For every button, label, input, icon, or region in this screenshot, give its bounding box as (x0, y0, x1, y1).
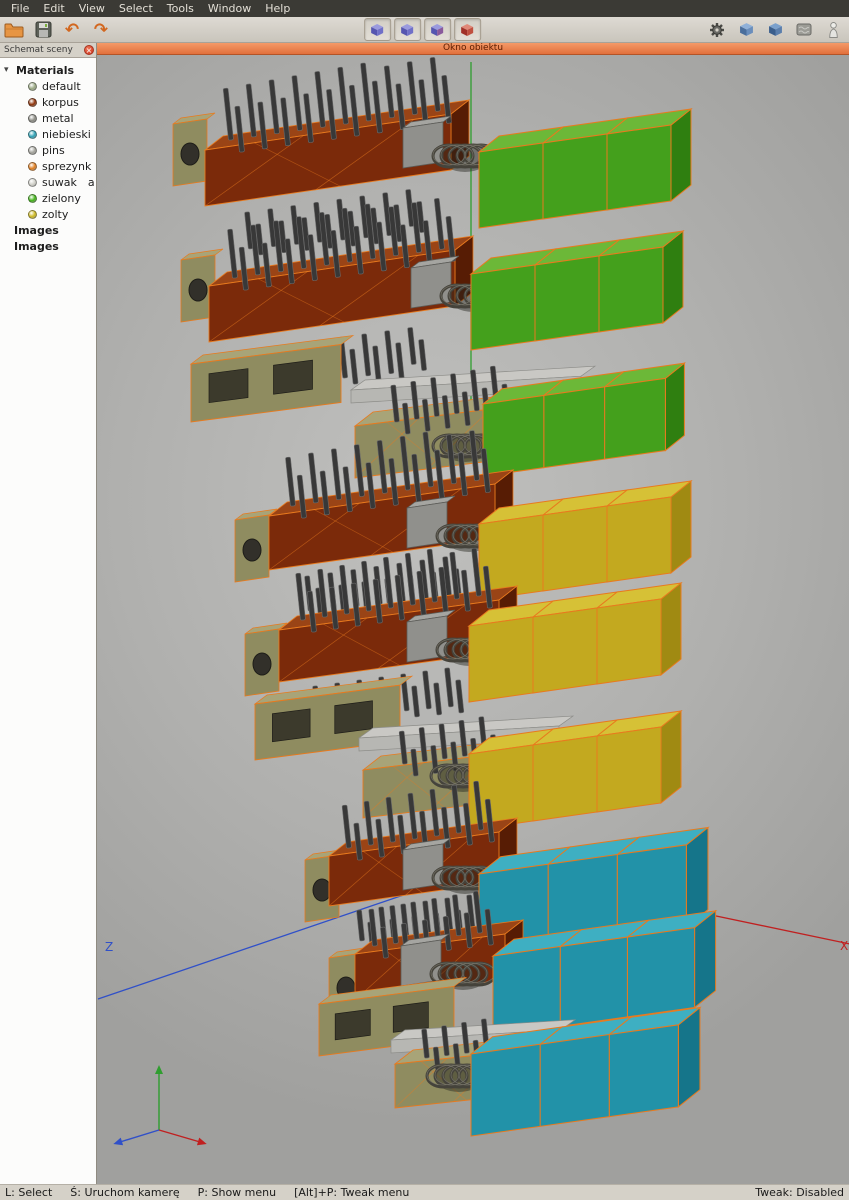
material-label-suffix: a (87, 175, 95, 189)
water-plane-icon[interactable] (793, 20, 815, 40)
menu-item-file[interactable]: File (4, 0, 36, 17)
mesh-box-icon-red[interactable] (453, 18, 481, 41)
statusbar-tweak: Tweak: Disabled (755, 1186, 844, 1199)
scene-tree-tab-label: Schemat sceny (4, 45, 73, 55)
collision-box-icon[interactable] (764, 20, 786, 40)
status-hint: P: Show menu (197, 1186, 277, 1199)
statusbar: L: Select Ś: Uruchom kamerę P: Show menu [A… (0, 1184, 849, 1200)
main-area: Schemat sceny × ▾ Materials default korpu… (0, 43, 849, 1184)
menu-item-tools[interactable]: Tools (160, 0, 201, 17)
material-color-icon (28, 177, 37, 187)
menubar: File Edit View Select Tools Window Help (0, 0, 849, 17)
toolbar: ↶ ↷ (0, 17, 849, 43)
material-color-icon (28, 161, 37, 171)
tree-item-zielony[interactable]: zielony (0, 190, 96, 206)
material-label: sprezynk (42, 159, 92, 173)
menu-item-view[interactable]: View (72, 0, 112, 17)
mesh-box-icon-2[interactable] (393, 18, 421, 41)
application-window: File Edit View Select Tools Window Help ↶ ↷ (0, 0, 849, 1200)
material-color-icon (28, 193, 37, 203)
materials-label: Materials (16, 63, 75, 77)
mesh-box-icon-3[interactable] (423, 18, 451, 41)
material-label: pins (42, 143, 65, 157)
tree-item-images-2[interactable]: Images (0, 238, 96, 254)
tree-item-niebieski[interactable]: niebieski (0, 126, 96, 142)
tree-item-pins[interactable]: pins (0, 142, 96, 158)
status-hint: L: Select (5, 1186, 53, 1199)
menu-item-select[interactable]: Select (112, 0, 160, 17)
viewport-canvas[interactable]: ZX (97, 54, 849, 1186)
scene-tree-tab[interactable]: Schemat sceny × (0, 43, 96, 58)
status-hint: [Alt]+P: Tweak menu (294, 1186, 410, 1199)
toolbar-left-group: ↶ ↷ (3, 20, 112, 40)
tree-item-suwak[interactable]: suwak a (0, 174, 96, 190)
open-folder-icon[interactable] (3, 20, 25, 40)
tree-item-metal[interactable]: metal (0, 110, 96, 126)
material-label: zielony (42, 191, 81, 205)
save-icon[interactable] (32, 20, 54, 40)
material-color-icon (28, 81, 37, 91)
menu-item-edit[interactable]: Edit (36, 0, 71, 17)
menu-item-help[interactable]: Help (258, 0, 297, 17)
close-icon[interactable]: × (84, 45, 94, 55)
redo-icon[interactable]: ↷ (90, 20, 112, 40)
material-color-icon (28, 145, 37, 155)
scene-tree-panel: Schemat sceny × ▾ Materials default korpu… (0, 43, 97, 1184)
settings-gear-icon[interactable] (706, 20, 728, 40)
mesh-box-icon-1[interactable] (363, 18, 391, 41)
tree-item-materials[interactable]: ▾ Materials (0, 62, 96, 78)
statusbar-hints: L: Select Ś: Uruchom kamerę P: Show menu [A… (5, 1186, 427, 1199)
material-color-icon (28, 113, 37, 123)
tree-item-sprezynk[interactable]: sprezynk (0, 158, 96, 174)
material-label: default (42, 79, 81, 93)
images-label-2: Images (14, 239, 59, 253)
materials-list: default korpus metal niebieski pins sprezynk s… (0, 78, 96, 222)
status-hint: Ś: Uruchom kamerę (70, 1186, 180, 1199)
material-label: niebieski (42, 127, 91, 141)
svg-text:X: X (840, 939, 848, 953)
material-color-icon (28, 209, 37, 219)
material-label: metal (42, 111, 74, 125)
viewport-3d[interactable]: Okno obiektu ZX (97, 43, 849, 1184)
material-label: korpus (42, 95, 79, 109)
expander-icon[interactable]: ▾ (4, 65, 13, 75)
images-label-1: Images (14, 223, 59, 237)
material-label: suwak (42, 175, 77, 189)
svg-text:Z: Z (105, 940, 113, 954)
undo-icon[interactable]: ↶ (61, 20, 83, 40)
toolbar-right-group (706, 20, 846, 40)
character-pose-icon[interactable] (822, 20, 844, 40)
tree-item-default[interactable]: default (0, 78, 96, 94)
material-color-icon (28, 97, 37, 107)
tree-item-images-1[interactable]: Images (0, 222, 96, 238)
material-color-icon (28, 129, 37, 139)
tree-item-korpus[interactable]: korpus (0, 94, 96, 110)
physics-box-icon[interactable] (735, 20, 757, 40)
toolbar-center-group (363, 18, 481, 41)
scene-tree: ▾ Materials default korpus metal niebieski p… (0, 58, 96, 1184)
menu-item-window[interactable]: Window (201, 0, 258, 17)
tree-item-zolty[interactable]: zolty (0, 206, 96, 222)
material-label: zolty (42, 207, 69, 221)
